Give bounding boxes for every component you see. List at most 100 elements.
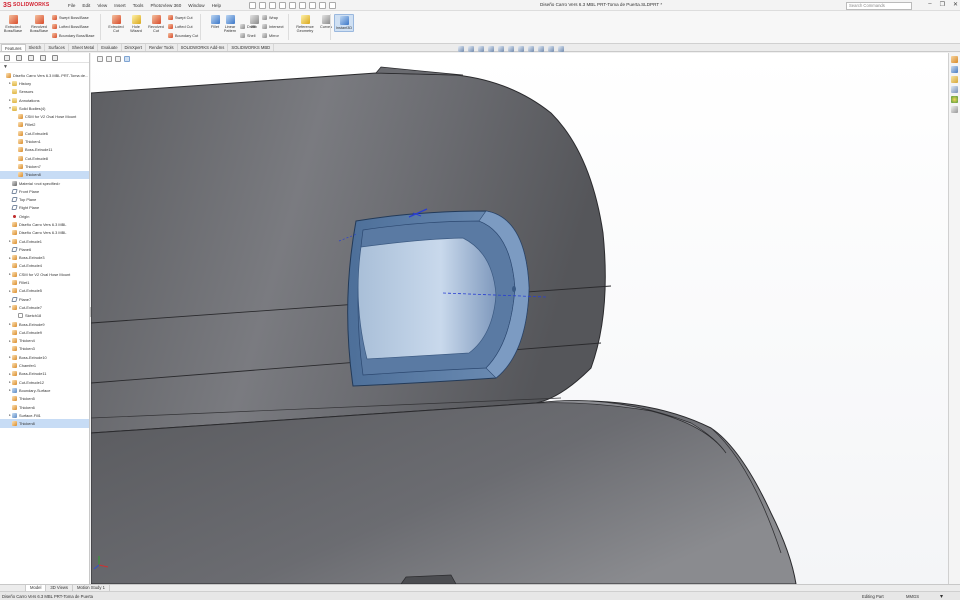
app-logo[interactable]: 3S SOLIDWORKS [0, 2, 58, 9]
tree-item[interactable]: Diseño Carro Vers 6.3 MBL PRT-Toma de... [0, 71, 89, 79]
tree-item[interactable]: Top Plane [0, 195, 89, 203]
filter-icon[interactable]: ▼ [3, 64, 8, 70]
print-icon[interactable] [279, 1, 287, 9]
swept-boss-base-button[interactable]: Swept Boss/Base [52, 15, 89, 20]
tree-item[interactable]: Plane6 [0, 245, 89, 253]
tree-item[interactable]: Fillet1 [0, 278, 89, 286]
tree-item[interactable]: Right Plane [0, 204, 89, 212]
tab-evaluate[interactable]: Evaluate [98, 44, 122, 51]
tree-item[interactable]: ▸ Cut-Extrude1 [0, 237, 89, 245]
tree-item[interactable]: Cut-Extrude4 [0, 262, 89, 270]
tree-item[interactable]: Origin [0, 212, 89, 220]
tab-features[interactable]: Features [1, 44, 26, 51]
tree-item[interactable]: Diseño Carro Vers 6.3 MBL [0, 229, 89, 237]
new-icon[interactable] [249, 1, 257, 9]
save-icon[interactable] [269, 1, 277, 9]
tree-item[interactable]: Thicken8 [0, 419, 89, 428]
zoom-area-icon[interactable] [468, 45, 474, 52]
tree-item[interactable]: ▸ CSM for V2 Oval Hose Mount [0, 270, 89, 278]
tree-item[interactable]: ▸ Cut-Extrude12 [0, 378, 89, 386]
extruded-cut-button[interactable]: Extruded Cut [106, 15, 126, 33]
tab-solidworks-add-ins[interactable]: SOLIDWORKS Add-Ins [178, 44, 229, 51]
hide-show-items-icon[interactable] [518, 45, 524, 52]
mirror-button[interactable]: Mirror [262, 33, 279, 38]
tree-item[interactable]: ▸ History [0, 79, 89, 87]
tree-item[interactable]: ▸ Boss-Extrude11 [0, 370, 89, 378]
tree-item[interactable]: ▾ Solid Bodies(4) [0, 104, 89, 112]
minimize-button[interactable]: – [928, 1, 931, 8]
shell-button[interactable]: Shell [240, 33, 255, 38]
tree-item[interactable]: ▸ Thicken4 [0, 337, 89, 345]
tree-item[interactable]: ▸ Boss-Extrude3 [0, 254, 89, 262]
tree-item[interactable]: Thicken3 [0, 345, 89, 353]
reference-geometry-button[interactable]: Reference Geometry [292, 15, 318, 33]
intersect-button[interactable]: Intersect [262, 24, 284, 29]
tree-item[interactable]: Cut-Extrude8 [0, 154, 89, 162]
view-palette-icon[interactable] [951, 86, 958, 93]
tree-item[interactable]: ▾ Cut-Extrude7 [0, 303, 89, 311]
filter-row[interactable]: ▼ [0, 63, 89, 71]
menu-item-window[interactable]: Window [188, 3, 204, 8]
tree-item[interactable]: Thicken8 [0, 170, 89, 179]
menu-item-help[interactable]: Help [212, 3, 221, 8]
boundary-boss-base-button[interactable]: Boundary Boss/Base [52, 33, 94, 38]
menu-item-edit[interactable]: Edit [82, 3, 90, 8]
display-style-icon[interactable] [508, 45, 514, 52]
hole-wizard-button[interactable]: Hole Wizard [126, 15, 146, 33]
wrap-button[interactable]: Wrap [262, 15, 278, 20]
select-icon[interactable] [299, 1, 307, 9]
tree-item[interactable]: Diseño Carro Vers 6.3 MBL [0, 220, 89, 228]
tree-item[interactable]: Thicken6 [0, 403, 89, 411]
tab-render-tools[interactable]: Render Tools [146, 44, 178, 51]
tree-item[interactable]: Sensors [0, 88, 89, 96]
tree-item[interactable]: Fillet2 [0, 121, 89, 129]
options-icon[interactable] [329, 1, 337, 9]
tree-item[interactable]: Chamfer1 [0, 361, 89, 369]
section-view-icon[interactable] [488, 45, 494, 52]
swept-cut-button[interactable]: Swept Cut [168, 15, 193, 20]
configuration-manager-tab-icon[interactable] [28, 54, 34, 61]
tree-item[interactable]: ▸ Annotations [0, 96, 89, 104]
menu-item-view[interactable]: View [97, 3, 107, 8]
tree-item[interactable]: CSM for V2 Oval Hose Mount [0, 112, 89, 120]
tree-item[interactable]: Plane7 [0, 295, 89, 303]
tree-item[interactable]: ▸ Boss-Extrude10 [0, 353, 89, 361]
lofted-boss-base-button[interactable]: Lofted Boss/Base [52, 24, 89, 29]
tab-solidworks-mbd[interactable]: SOLIDWORKS MBD [228, 44, 275, 51]
tree-item[interactable]: Boss-Extrude11 [0, 146, 89, 154]
display-manager-tab-icon[interactable] [52, 54, 58, 61]
tree-item[interactable]: ▸ Boundary-Surface [0, 386, 89, 394]
view-settings-icon[interactable] [548, 45, 554, 52]
search-commands-input[interactable]: Search Commands [846, 2, 912, 10]
appearances-icon[interactable] [951, 96, 958, 103]
tree-item[interactable]: Sketch18 [0, 312, 89, 320]
tree-item[interactable]: Cut-Extrude6 [0, 129, 89, 137]
extruded-boss-base-button[interactable]: Extruded Boss/Base [3, 15, 23, 33]
edit-appearance-icon[interactable] [528, 45, 534, 52]
dimxpert-manager-tab-icon[interactable] [40, 54, 46, 61]
model-view[interactable] [91, 53, 948, 584]
solidworks-resources-icon[interactable] [951, 56, 958, 63]
open-icon[interactable] [259, 1, 267, 9]
tab-dimxpert[interactable]: DimXpert [122, 44, 146, 51]
monitor-icon[interactable] [558, 45, 564, 52]
boundary-cut-button[interactable]: Boundary Cut [168, 33, 198, 38]
menu-item-photoview-360[interactable]: PhotoView 360 [150, 3, 181, 8]
menu-item-file[interactable]: File [68, 3, 75, 8]
file-explorer-icon[interactable] [951, 76, 958, 83]
instant3d-button[interactable]: Instant3D [334, 14, 354, 32]
menu-item-insert[interactable]: Insert [114, 3, 126, 8]
design-library-icon[interactable] [951, 66, 958, 73]
menu-item-tools[interactable]: Tools [133, 3, 144, 8]
tab-sheet-metal[interactable]: Sheet Metal [69, 44, 99, 51]
tree-item[interactable]: ▸ Surface-Fill1 [0, 411, 89, 419]
previous-view-icon[interactable] [478, 45, 484, 52]
revolved-cut-button[interactable]: Revolved Cut [146, 15, 166, 33]
file-properties-icon[interactable] [319, 1, 327, 9]
tab-surfaces[interactable]: Surfaces [45, 44, 69, 51]
property-manager-tab-icon[interactable] [16, 54, 22, 61]
undo-icon[interactable] [289, 1, 297, 9]
tree-item[interactable]: Material <not specified> [0, 179, 89, 187]
tree-item[interactable]: Thicken5 [0, 395, 89, 403]
rebuild-icon[interactable] [309, 1, 317, 9]
